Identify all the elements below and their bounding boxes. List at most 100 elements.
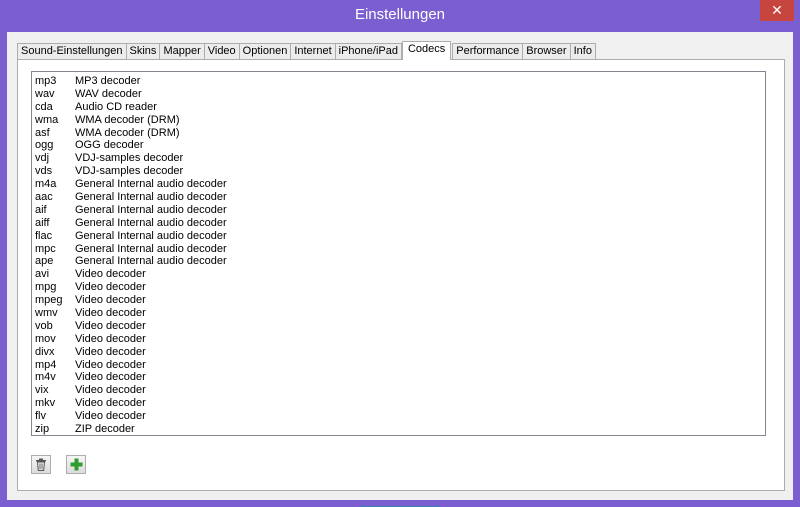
codec-extension: m4v [35, 371, 56, 384]
tab-mapper[interactable]: Mapper [159, 43, 205, 60]
codec-extension: vob [35, 319, 53, 332]
codec-description: Video decoder [75, 281, 146, 294]
codec-row[interactable]: avi Video decoder [32, 268, 765, 281]
codec-description: VDJ-samples decoder [75, 152, 184, 165]
tab-internet[interactable]: Internet [290, 43, 336, 60]
codec-extension: mpeg [35, 294, 63, 307]
codec-row[interactable]: wma WMA decoder (DRM) [32, 114, 765, 127]
codec-row[interactable]: asf WMA decoder (DRM) [32, 127, 765, 140]
codec-description: MP3 decoder [75, 75, 141, 87]
codec-extension: ape [35, 255, 54, 268]
dialog-body: Sound-Einstellungen Skins Mapper Video Optio… [7, 32, 793, 507]
codec-description: WAV decoder [75, 87, 142, 100]
codec-description: General Internal audio decoder [75, 242, 227, 255]
codec-description: Video decoder [75, 294, 146, 307]
add-button[interactable] [66, 455, 86, 474]
tab-sound-einstellungen[interactable]: Sound-Einstellungen [17, 43, 127, 60]
codec-description: General Internal audio decoder [75, 216, 227, 229]
codec-description: Video decoder [75, 307, 146, 320]
codec-row[interactable]: cda Audio CD reader [32, 101, 765, 114]
codec-row[interactable]: mpg Video decoder [32, 281, 765, 294]
delete-button[interactable] [31, 455, 51, 474]
tab-codecs[interactable]: Codecs [401, 41, 452, 60]
codec-row[interactable]: vds VDJ-samples decoder [32, 165, 765, 178]
codec-row[interactable]: mpc General Internal audio decoder [32, 243, 765, 256]
codec-description: Video decoder [75, 384, 146, 397]
codec-extension: asf [35, 126, 50, 139]
codec-row[interactable]: divx Video decoder [32, 346, 765, 359]
codec-description: General Internal audio decoder [75, 191, 227, 204]
codec-row[interactable]: wmv Video decoder [32, 307, 765, 320]
codec-description: General Internal audio decoder [75, 255, 227, 268]
codec-description: Video decoder [75, 397, 146, 410]
codec-description: Video decoder [75, 345, 146, 358]
codec-extension: cda [35, 100, 53, 113]
plus-icon [70, 458, 82, 471]
codec-description: Video decoder [75, 268, 146, 281]
tab-strip: Sound-Einstellungen Skins Mapper Video Optio… [17, 41, 596, 60]
tab-skins[interactable]: Skins [125, 43, 161, 60]
codec-description: ZIP decoder [75, 423, 135, 436]
codec-row[interactable]: aac General Internal audio decoder [32, 191, 765, 204]
tab-iphone-ipad[interactable]: iPhone/iPad [334, 43, 402, 60]
codec-description: General Internal audio decoder [75, 178, 227, 191]
codec-extension: mp3 [35, 75, 57, 87]
tab-video[interactable]: Video [203, 43, 240, 60]
codec-description: WMA decoder (DRM) [75, 113, 180, 126]
codec-extension: mpc [35, 242, 56, 255]
window-title: Einstellungen [354, 6, 446, 23]
codec-extension: m4a [35, 178, 57, 191]
codec-extension: aif [35, 203, 47, 216]
codec-row[interactable]: mkv Video decoder [32, 397, 765, 410]
codec-row[interactable]: vdj VDJ-samples decoder [32, 152, 765, 165]
codec-extension: wma [35, 113, 59, 126]
tab-browser[interactable]: Browser [522, 43, 571, 60]
codec-extension: aiff [35, 216, 50, 229]
codec-extension: mpg [35, 281, 57, 294]
codecs-panel: mp3 MP3 decoder wav WAV decoder cda Audio CD … [17, 59, 785, 491]
codec-description: Audio CD reader [75, 100, 157, 113]
codec-extension: vds [35, 165, 53, 178]
codec-description: General Internal audio decoder [75, 203, 227, 216]
codec-list[interactable]: mp3 MP3 decoder wav WAV decoder cda Audio CD … [31, 71, 766, 436]
codec-row[interactable]: aif General Internal audio decoder [32, 204, 765, 217]
codec-extension: mov [35, 332, 56, 345]
codec-extension: flv [35, 410, 46, 423]
codec-description: General Internal audio decoder [75, 229, 227, 242]
title-bar: Einstellungen ✕ [0, 0, 800, 32]
codec-row[interactable]: flv Video decoder [32, 410, 765, 423]
codec-row[interactable]: mov Video decoder [32, 333, 765, 346]
codec-description: OGG decoder [75, 139, 144, 152]
codec-extension: wmv [35, 307, 58, 320]
codec-row[interactable]: ogg OGG decoder [32, 139, 765, 152]
tab-info[interactable]: Info [569, 43, 596, 60]
codec-row[interactable]: wav WAV decoder [32, 88, 765, 101]
codec-row[interactable]: zip ZIP decoder [32, 423, 765, 436]
codec-row[interactable]: mp3 MP3 decoder [32, 75, 765, 88]
codec-description: Video decoder [75, 358, 146, 371]
codec-row[interactable]: flac General Internal audio decoder [32, 230, 765, 243]
codec-description: WMA decoder (DRM) [75, 126, 180, 139]
codec-extension: wav [35, 87, 55, 100]
codec-extension: ogg [35, 139, 54, 152]
codec-description: Video decoder [75, 319, 146, 332]
codec-row[interactable]: m4a General Internal audio decoder [32, 178, 765, 191]
codec-extension: mkv [35, 397, 56, 410]
codec-extension: vdj [35, 152, 50, 165]
codec-row[interactable]: m4v Video decoder [32, 371, 765, 384]
codec-row[interactable]: mpeg Video decoder [32, 294, 765, 307]
codec-extension: divx [35, 345, 55, 358]
tab-optionen[interactable]: Optionen [238, 43, 292, 60]
codec-description: Video decoder [75, 410, 146, 423]
codec-extension: aac [35, 191, 53, 204]
codec-row[interactable]: aiff General Internal audio decoder [32, 217, 765, 230]
codec-row[interactable]: ape General Internal audio decoder [32, 255, 765, 268]
tab-performance[interactable]: Performance [452, 43, 524, 60]
codec-row[interactable]: vob Video decoder [32, 320, 765, 333]
close-button[interactable]: ✕ [760, 0, 794, 21]
codec-extension: vix [35, 384, 49, 397]
codec-row[interactable]: vix Video decoder [32, 384, 765, 397]
trash-icon [36, 458, 46, 471]
codec-row[interactable]: mp4 Video decoder [32, 359, 765, 372]
codec-description: Video decoder [75, 332, 146, 345]
